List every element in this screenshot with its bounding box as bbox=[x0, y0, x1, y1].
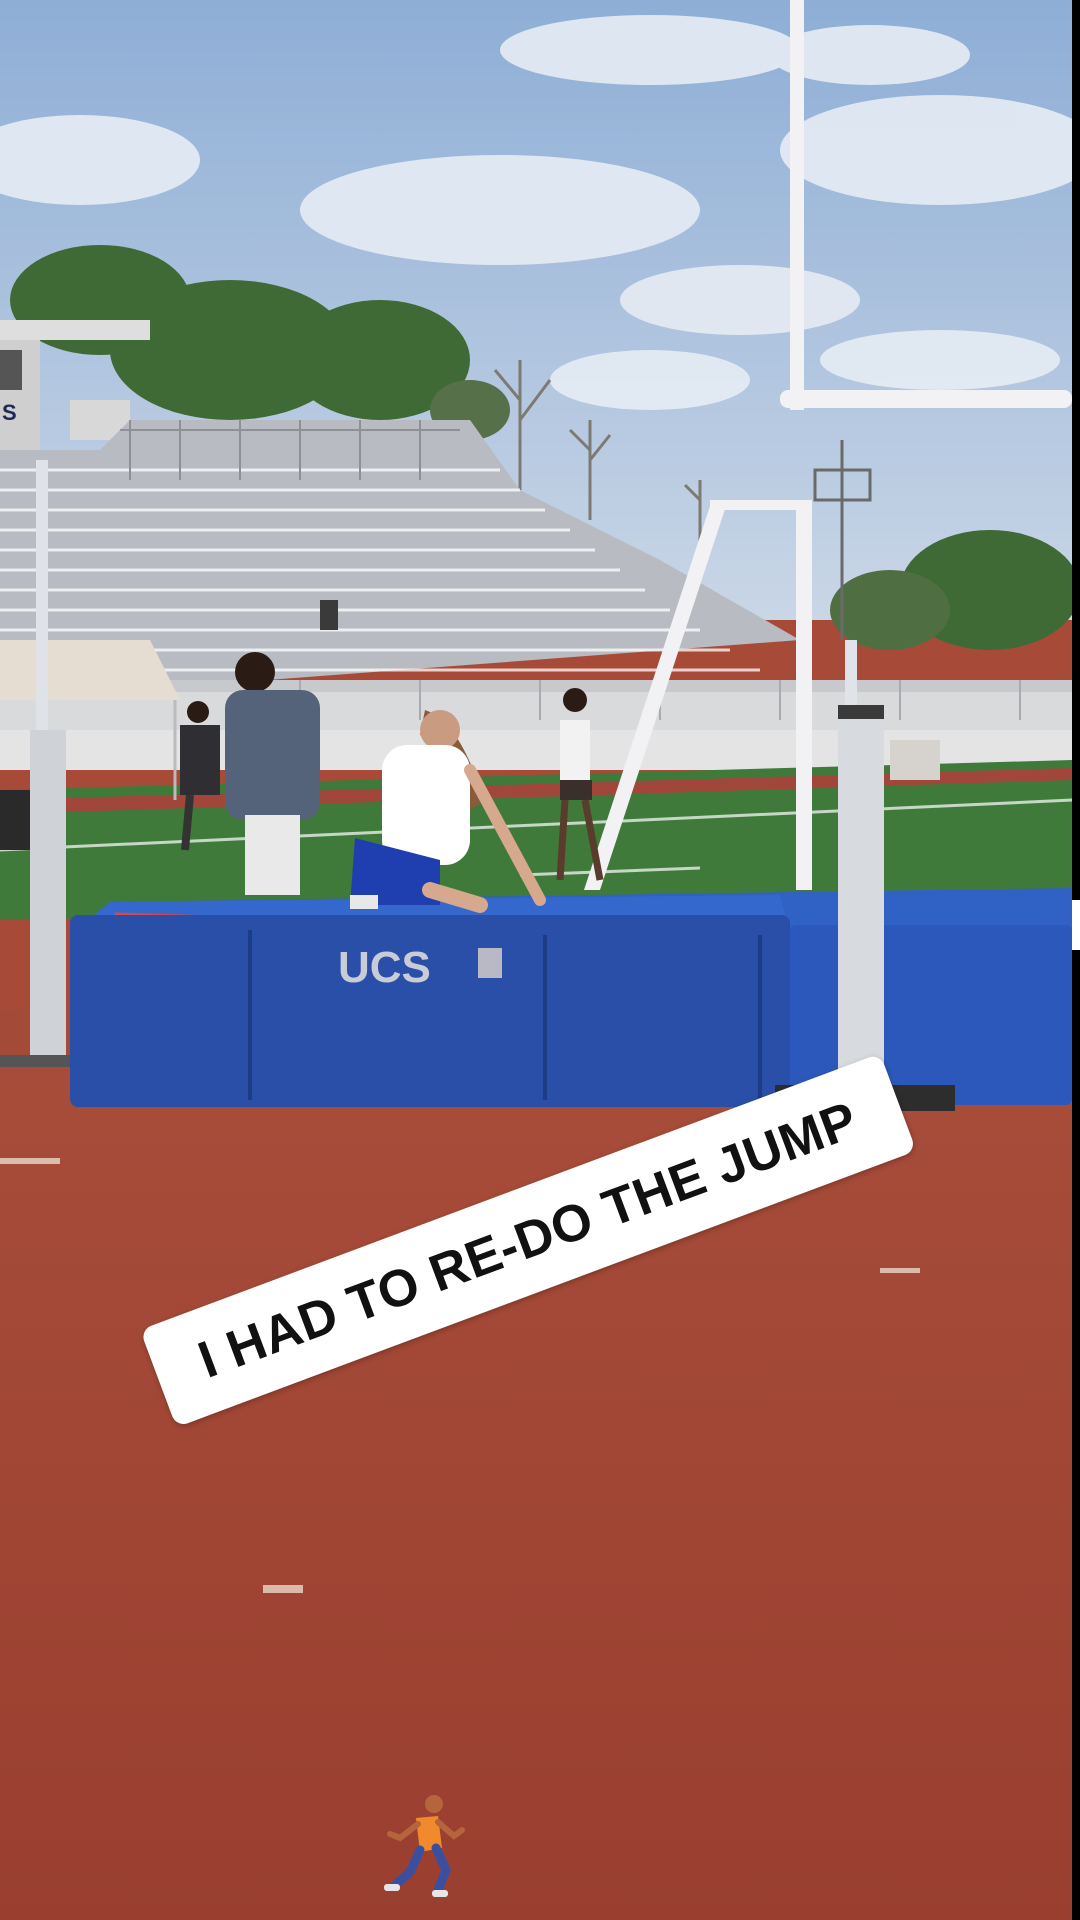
landing-mat bbox=[70, 888, 1072, 1107]
running-person-icon bbox=[376, 1790, 466, 1900]
edge-marker bbox=[1072, 900, 1080, 950]
running-track bbox=[0, 1040, 1072, 1920]
mat-brand-text: UCS bbox=[338, 943, 431, 992]
frame-border bbox=[1072, 0, 1080, 1920]
press-box-sign: S bbox=[2, 400, 17, 425]
stadium-scene: S UCS bbox=[0, 0, 1072, 1920]
video-frame: S UCS I HAD TO RE-DO THE JUMP bbox=[0, 0, 1072, 1920]
